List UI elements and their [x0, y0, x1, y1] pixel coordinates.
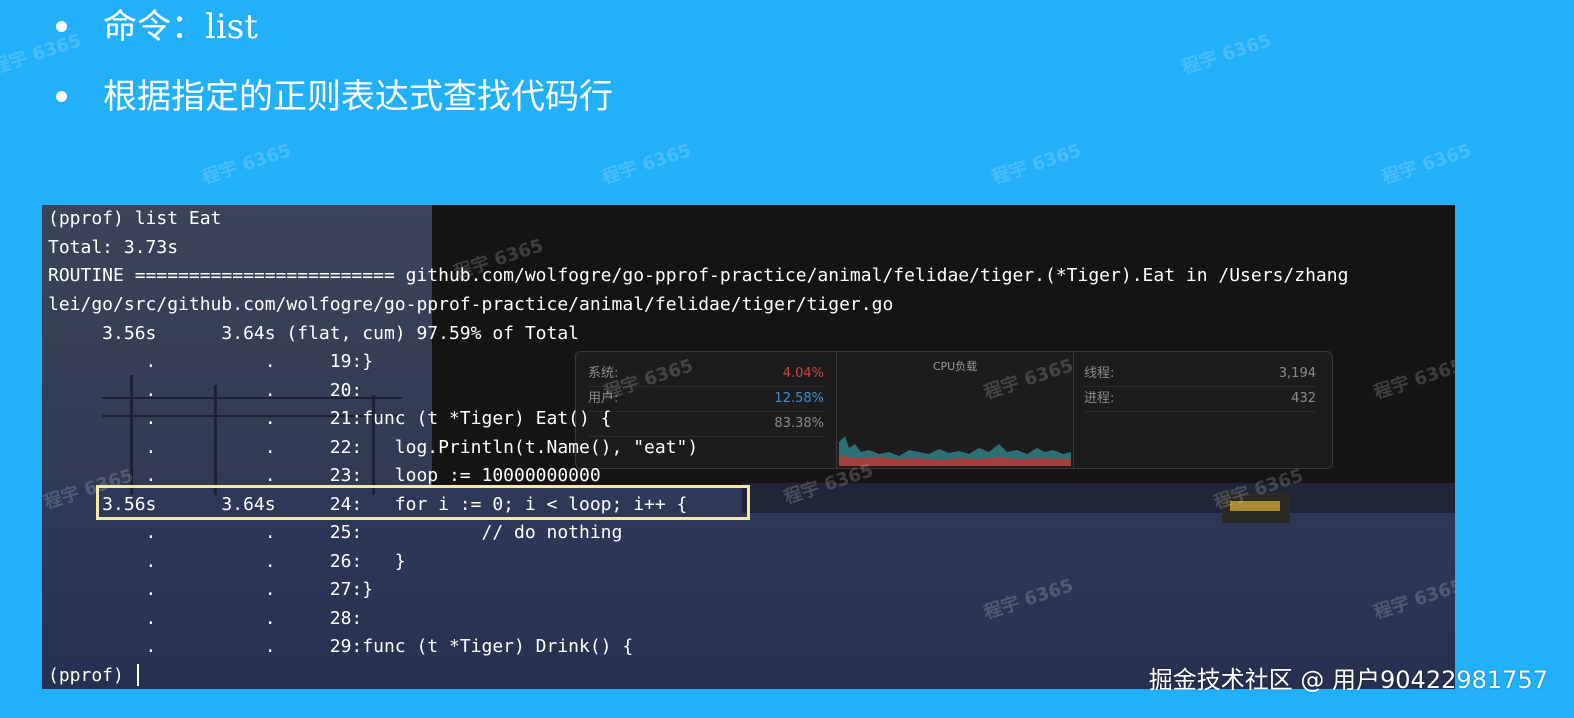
cpu-value: 12.58%	[774, 391, 824, 406]
terminal-line: lei/go/src/github.com/wolfogre/go-pprof-…	[48, 294, 894, 315]
terminal-prompt-line[interactable]: (pprof)	[48, 662, 139, 689]
terminal-line: ROUTINE ======================== github.…	[48, 265, 1349, 286]
terminal-line: Total: 3.73s	[48, 237, 179, 258]
terminal-line: (pprof) list Eat	[48, 208, 222, 229]
terminal-line: . . 27:}	[48, 579, 374, 600]
watermark: 程宇 6365	[599, 140, 694, 189]
terminal-line: . . 25: // do nothing	[48, 522, 623, 543]
cpu-load-sparkline	[839, 436, 1071, 466]
stat-label: 线程:	[1084, 366, 1115, 381]
text-cursor	[136, 664, 139, 686]
bullet-text: 命令：list	[103, 7, 258, 47]
bullet-dot	[56, 91, 67, 102]
highlight-box	[96, 485, 750, 520]
terminal-line: . . 22: log.Println(t.Name(), "eat")	[48, 437, 699, 458]
terminal-window[interactable]: 系统: 4.04% 用户: 12.58% 83.38% CPU负载 线程: 3,…	[42, 205, 1455, 689]
watermark: 程宇 6365	[199, 140, 294, 189]
terminal-line: . . 21:func (t *Tiger) Eat() {	[48, 408, 612, 429]
watermark: 程宇 6365	[1379, 140, 1474, 189]
terminal-line: . . 20:	[48, 380, 363, 401]
terminal-line: . . 19:}	[48, 351, 374, 372]
stat-row-threads: 线程: 3,194	[1084, 362, 1316, 387]
stat-label: 进程:	[1084, 391, 1115, 406]
command-prefix: 命令：	[103, 7, 205, 47]
source-credit: 掘金技术社区 @ 用户90422981757	[1148, 666, 1548, 694]
watermark: 程宇 6365	[989, 140, 1084, 189]
command-name: list	[205, 7, 258, 47]
terminal-line: . . 26: }	[48, 551, 406, 572]
cpu-value: 83.38%	[774, 416, 824, 431]
watermark: 程宇 6365	[1179, 30, 1274, 79]
watermark: 程宇 6365	[0, 30, 84, 79]
process-stats: 线程: 3,194 进程: 432	[1084, 362, 1316, 412]
terminal-prompt: (pprof)	[48, 665, 135, 686]
stat-value: 3,194	[1278, 366, 1316, 381]
stat-value: 432	[1291, 391, 1316, 406]
terminal-line: 3.56s 3.64s (flat, cum) 97.59% of Total	[48, 323, 580, 344]
cpu-value: 4.04%	[782, 366, 824, 381]
stat-row-processes: 进程: 432	[1084, 387, 1316, 412]
bullet-text: 根据指定的正则表达式查找代码行	[103, 77, 613, 117]
terminal-line: . . 29:func (t *Tiger) Drink() {	[48, 636, 634, 657]
terminal-line: . . 28:	[48, 608, 363, 629]
